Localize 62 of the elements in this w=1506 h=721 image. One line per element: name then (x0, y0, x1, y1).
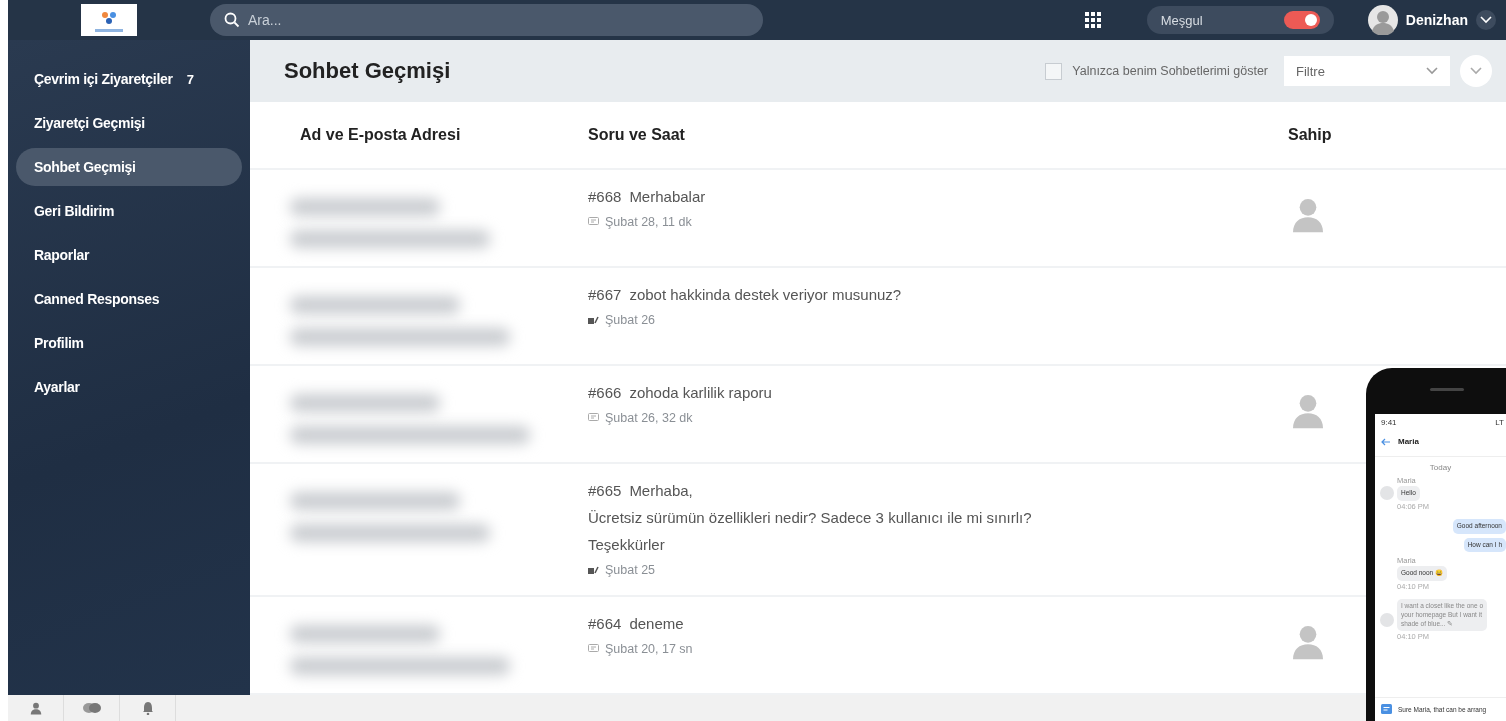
sidebar-item[interactable]: Raporlar (16, 236, 242, 274)
chat-time: Şubat 25 (605, 563, 656, 577)
user-avatar[interactable] (1367, 5, 1398, 35)
chat-bubble-icon (588, 217, 599, 227)
sidebar-item[interactable]: Profilim (16, 324, 242, 362)
reply-icon (588, 315, 599, 325)
chat-number: #667 (588, 286, 622, 303)
chevron-down-icon (1480, 16, 1492, 24)
sidebar-item[interactable]: Canned Responses (16, 280, 242, 318)
chat-number: #668 (588, 188, 622, 205)
phone-clock: 9:41 (1381, 418, 1397, 427)
contact-avatar (1380, 613, 1394, 628)
contact-name: Maria (1398, 437, 1419, 446)
sidebar-item[interactable]: Ayarlar (16, 368, 242, 406)
chat-question: Ücretsiz sürümün özellikleri nedir? Sadece 3 kullanıcı ile mi sınırlı? (588, 509, 1032, 526)
chat-question: Merhabalar (629, 188, 706, 205)
user-name[interactable]: Denizhan (1405, 12, 1468, 28)
column-header: Sahip (1288, 126, 1333, 145)
sidebar-item[interactable]: Geri Bildirim (16, 192, 242, 230)
apps-grid-icon[interactable] (1084, 12, 1101, 28)
column-header: Ad ve E-posta Adresi (299, 126, 462, 145)
column-header: Soru ve Saat (588, 126, 686, 145)
phone-network: LT (1495, 418, 1504, 427)
chat-question: deneme (629, 615, 684, 632)
status-toggle[interactable]: Meşgul (1146, 6, 1334, 34)
search-field[interactable]: Ara... (210, 4, 763, 36)
person-icon (28, 701, 43, 715)
chat-question: zobot hakkinda destek veriyor musunuz? (629, 286, 902, 303)
chat-bubbles-icon (82, 702, 101, 714)
chat-number: #665 (588, 482, 622, 499)
chat-time: Şubat 28, 11 dk (605, 215, 692, 229)
checkbox[interactable] (1045, 62, 1063, 80)
chevron-down-icon (1426, 67, 1438, 76)
day-label: Today (1428, 463, 1453, 472)
chat-time: Şubat 26 (605, 313, 656, 327)
bell-icon (142, 701, 153, 715)
status-label: Meşgul (1160, 12, 1203, 28)
chat-question: Merhaba, (629, 482, 693, 499)
search-icon (224, 12, 240, 28)
sidebar-item[interactable]: Sohbet Geçmişi (16, 148, 242, 186)
status-switch[interactable] (1283, 11, 1320, 29)
chat-question: Teşekkürler (588, 536, 665, 553)
reply-icon (588, 565, 599, 575)
sidebar-item[interactable]: Çevrim içi Ziyaretçiler 7 (16, 60, 242, 98)
chat-question: zohoda karlilik raporu (629, 384, 772, 401)
chevron-down-icon (1470, 67, 1482, 76)
filter-dropdown[interactable]: Filtre (1284, 56, 1450, 87)
chat-number: #664 (588, 615, 622, 632)
page-title: Sohbet Geçmişi (284, 58, 451, 85)
chat-bubble-icon (588, 644, 599, 654)
checkbox-label: Yalnızca benim Sohbetlerimi göster (1072, 64, 1268, 79)
message-icon (1381, 704, 1392, 715)
visitor-count: 7 (186, 71, 194, 87)
sidebar-item[interactable]: Ziyaretçi Geçmişi (16, 104, 242, 142)
user-menu-button[interactable] (1476, 10, 1496, 30)
contact-avatar (1380, 486, 1394, 501)
logo[interactable] (81, 4, 137, 36)
chat-time: Şubat 20, 17 sn (605, 642, 693, 656)
chat-number: #666 (588, 384, 622, 401)
chat-time: Şubat 26, 32 dk (605, 411, 693, 425)
chat-bubble-icon (588, 413, 599, 423)
back-arrow-icon[interactable] (1381, 437, 1390, 446)
